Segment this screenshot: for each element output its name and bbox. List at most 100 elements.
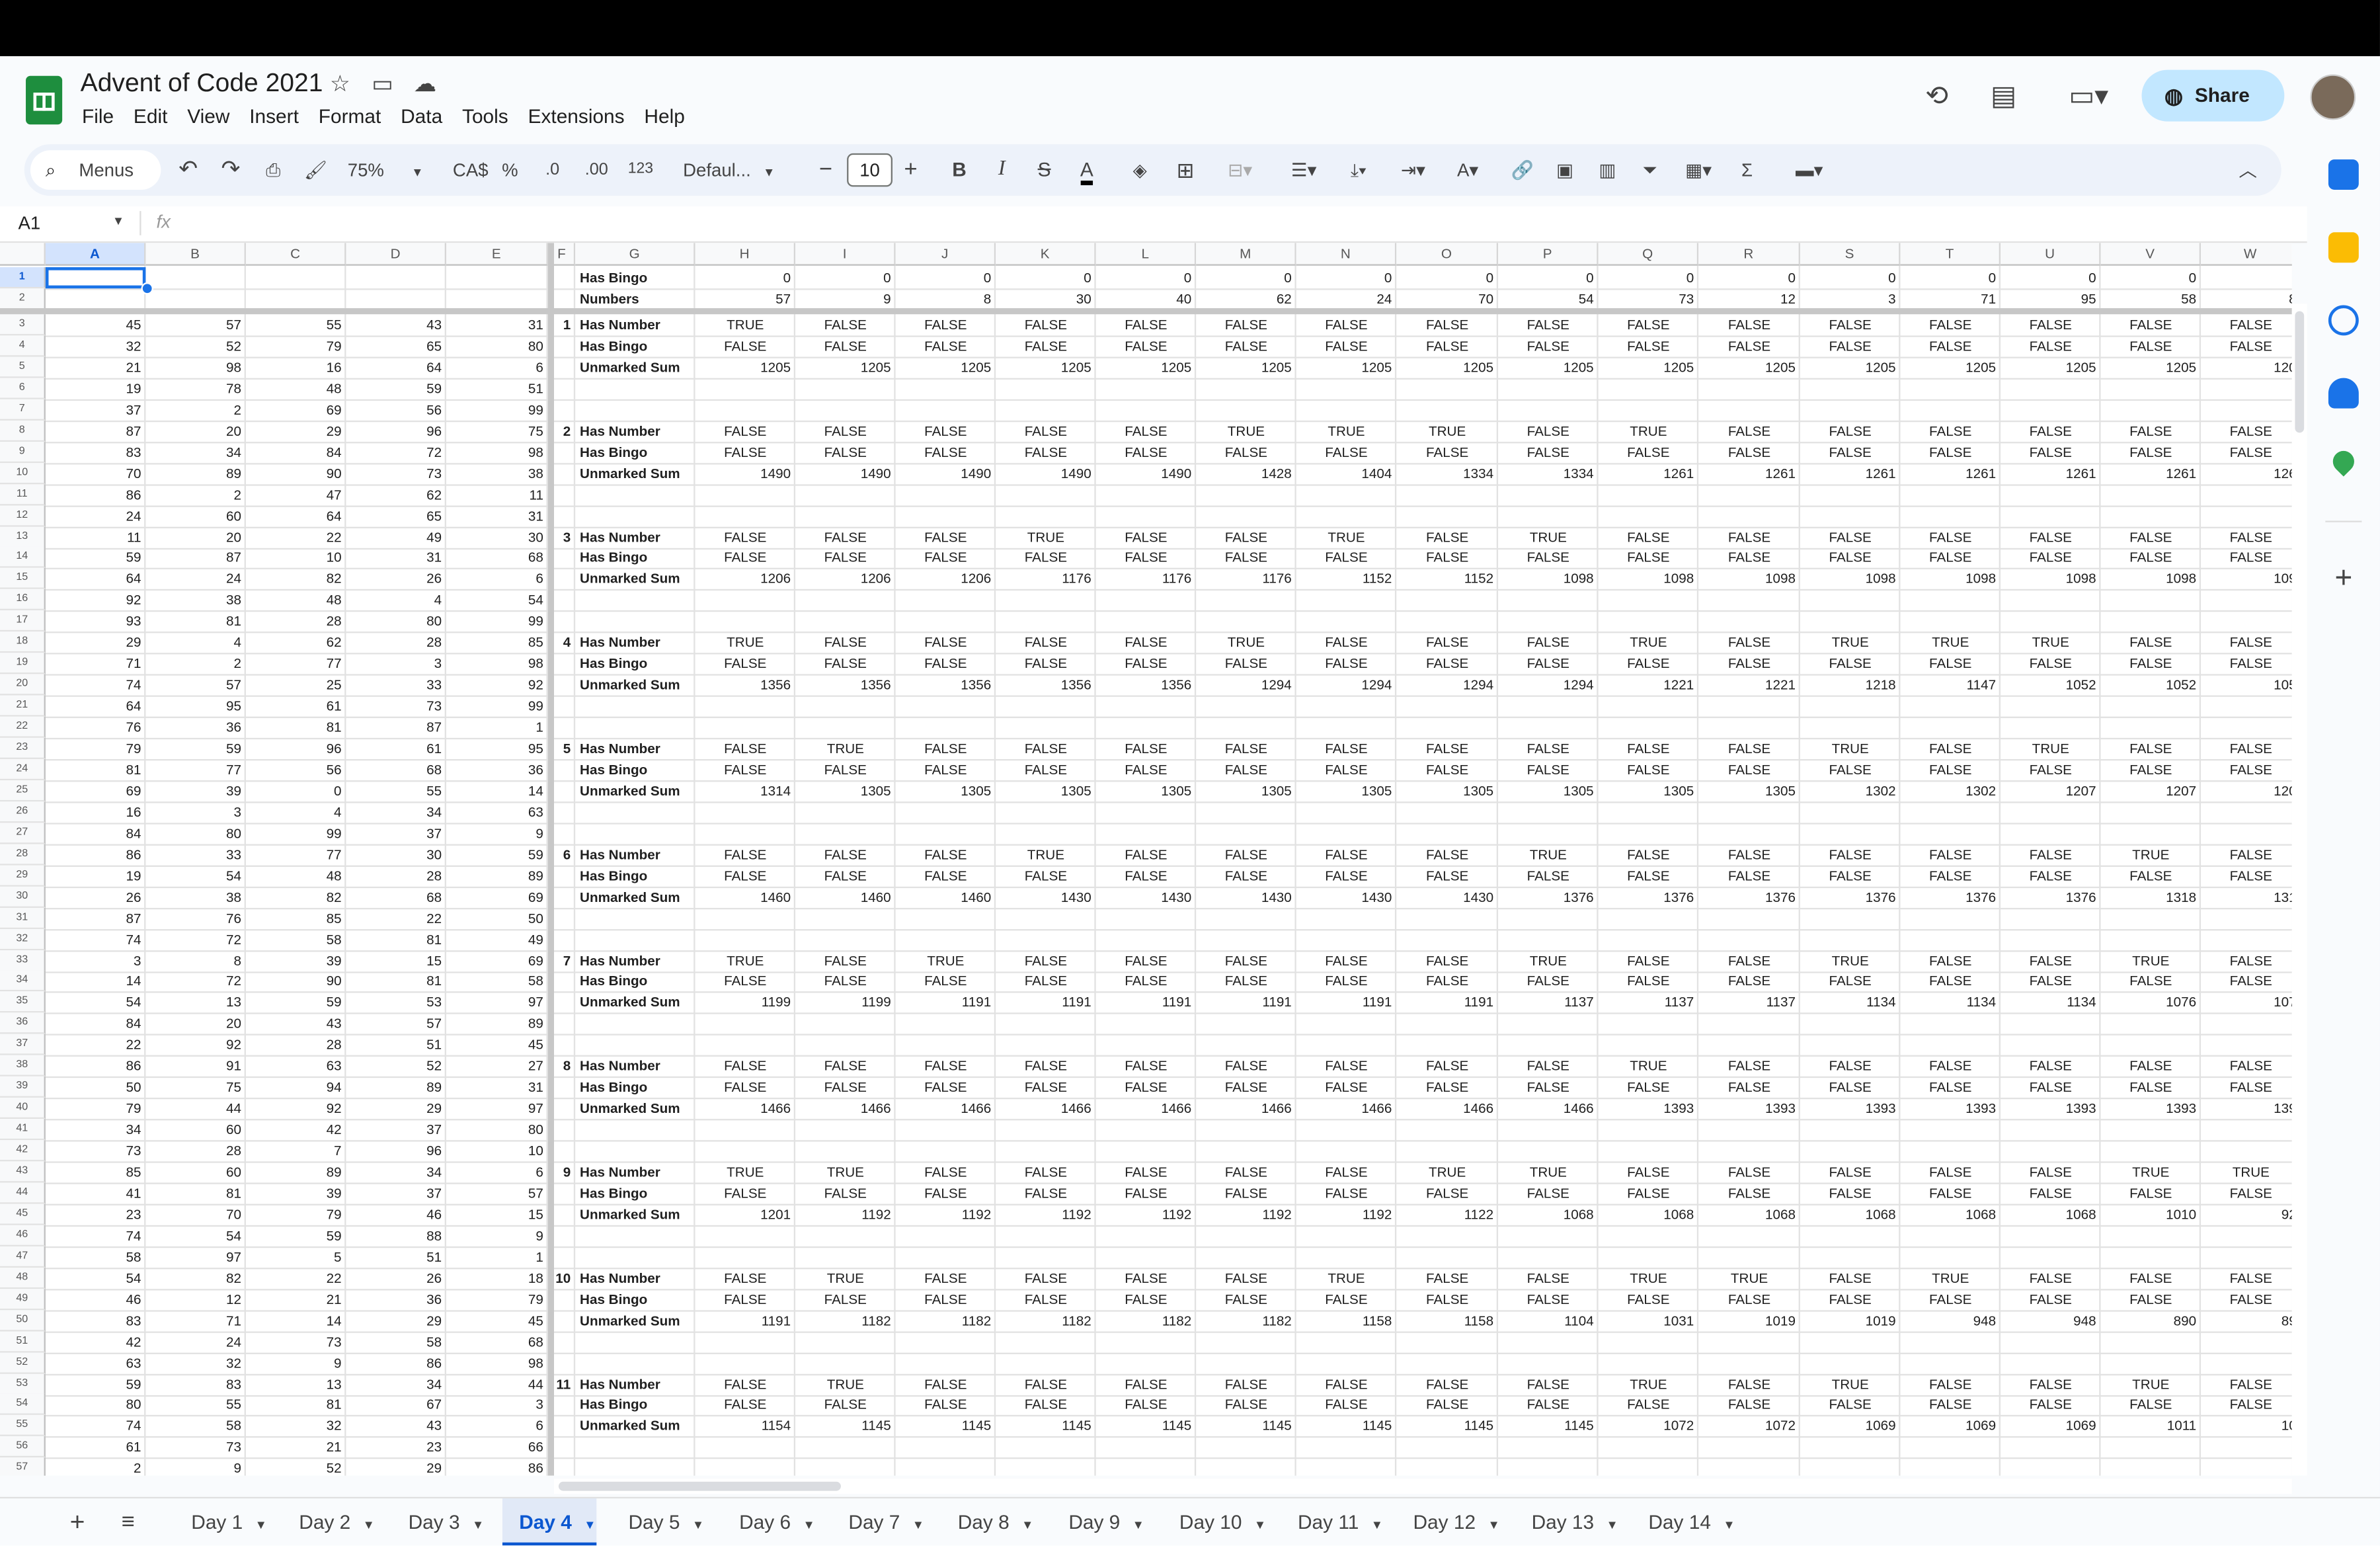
cell-H14[interactable]: FALSE [695, 547, 796, 568]
cell-T24[interactable]: FALSE [1900, 759, 2001, 780]
cell-U40[interactable]: 1393 [2001, 1098, 2101, 1119]
cell-C38[interactable]: 63 [246, 1055, 346, 1077]
cell-H20[interactable]: 1356 [695, 674, 796, 696]
cell-L53[interactable]: FALSE [1096, 1373, 1197, 1395]
cell-W23[interactable]: FALSE [2201, 738, 2292, 759]
row-header[interactable]: 25 [0, 780, 46, 801]
cell-H23[interactable]: FALSE [695, 738, 796, 759]
cell-K1[interactable]: 0 [996, 267, 1096, 288]
cell-H45[interactable]: 1201 [695, 1203, 796, 1225]
cell-C32[interactable]: 58 [246, 928, 346, 950]
cell-B11[interactable]: 2 [145, 483, 246, 505]
cell-E28[interactable]: 59 [446, 844, 548, 865]
cell-S2[interactable]: 3 [1800, 288, 1901, 309]
cell-L2[interactable]: 40 [1096, 288, 1197, 309]
cell-R4[interactable]: FALSE [1698, 335, 1800, 356]
row-header[interactable]: 1 [0, 267, 46, 289]
cell-D54[interactable]: 67 [346, 1395, 446, 1416]
menu-insert[interactable]: Insert [249, 104, 299, 127]
cell-D3[interactable]: 43 [346, 314, 446, 335]
row-header[interactable]: 22 [0, 716, 46, 739]
row-header[interactable]: 4 [0, 335, 46, 357]
cell-E46[interactable]: 9 [446, 1225, 548, 1246]
chevron-down-icon[interactable]: ▼ [803, 1518, 814, 1532]
cell-V13[interactable]: FALSE [2101, 526, 2202, 548]
cell-L55[interactable]: 1145 [1096, 1416, 1197, 1437]
cell-P25[interactable]: 1305 [1498, 780, 1599, 801]
cell-T53[interactable]: FALSE [1900, 1373, 2001, 1395]
column-header-m[interactable]: M [1196, 243, 1296, 266]
cell-B5[interactable]: 98 [145, 356, 246, 378]
keep-icon[interactable] [2328, 232, 2359, 263]
cell-E54[interactable]: 3 [446, 1395, 548, 1416]
cell-I1[interactable]: 0 [795, 267, 896, 288]
cell-D45[interactable]: 46 [346, 1203, 446, 1225]
row-header[interactable]: 33 [0, 950, 46, 971]
cell-N18[interactable]: FALSE [1296, 632, 1397, 653]
cell-C39[interactable]: 94 [246, 1077, 346, 1098]
cell-E8[interactable]: 75 [446, 420, 548, 441]
cell-M38[interactable]: FALSE [1196, 1055, 1296, 1077]
cell-M39[interactable]: FALSE [1196, 1077, 1296, 1098]
cell-H8[interactable]: FALSE [695, 420, 796, 441]
cell-S8[interactable]: FALSE [1800, 420, 1901, 441]
cell-B30[interactable]: 38 [145, 886, 246, 907]
cell-U14[interactable]: FALSE [2001, 547, 2101, 568]
cell-C30[interactable]: 82 [246, 886, 346, 907]
cell-E42[interactable]: 10 [446, 1140, 548, 1161]
cell-B4[interactable]: 52 [145, 335, 246, 356]
cell-O34[interactable]: FALSE [1396, 971, 1498, 992]
column-header-p[interactable]: P [1498, 243, 1599, 266]
cell-O28[interactable]: FALSE [1396, 844, 1498, 865]
cell-J55[interactable]: 1145 [896, 1416, 996, 1437]
cell-U8[interactable]: FALSE [2001, 420, 2101, 441]
cell-Q5[interactable]: 1205 [1599, 356, 1699, 378]
cell-L34[interactable]: FALSE [1096, 971, 1197, 992]
cell-E57[interactable]: 86 [446, 1458, 548, 1475]
cell-W3[interactable]: FALSE [2201, 314, 2292, 335]
cell-M55[interactable]: 1145 [1196, 1416, 1296, 1437]
cell-J50[interactable]: 1182 [896, 1309, 996, 1330]
cell-Q4[interactable]: FALSE [1599, 335, 1699, 356]
cell-C6[interactable]: 48 [246, 378, 346, 399]
cell-L14[interactable]: FALSE [1096, 547, 1197, 568]
cell-H24[interactable]: FALSE [695, 759, 796, 780]
chevron-down-icon[interactable]: ▼ [1723, 1518, 1735, 1532]
cell-D50[interactable]: 29 [346, 1309, 446, 1330]
cell-K28[interactable]: TRUE [996, 844, 1096, 865]
cell-R54[interactable]: FALSE [1698, 1395, 1800, 1416]
sheet-tab[interactable]: Day 4 ▼ [502, 1498, 596, 1546]
cell-I53[interactable]: TRUE [795, 1373, 896, 1395]
cell-T3[interactable]: FALSE [1900, 314, 2001, 335]
cell-E53[interactable]: 44 [446, 1373, 548, 1395]
cell-N50[interactable]: 1158 [1296, 1309, 1397, 1330]
cell-L35[interactable]: 1191 [1096, 992, 1197, 1013]
cell-N10[interactable]: 1404 [1296, 462, 1397, 483]
cell-W38[interactable]: FALSE [2201, 1055, 2292, 1077]
cell-M33[interactable]: FALSE [1196, 950, 1296, 971]
cell-U24[interactable]: FALSE [2001, 759, 2101, 780]
percent-format-button[interactable]: % [498, 144, 522, 196]
cell-E45[interactable]: 15 [446, 1203, 548, 1225]
sheet-tab[interactable]: Day 12 ▼ [1413, 1498, 1499, 1545]
sheet-tab[interactable]: Day 9 ▼ [1068, 1498, 1144, 1545]
cell-V50[interactable]: 890 [2101, 1309, 2202, 1330]
cell-A30[interactable]: 26 [46, 886, 146, 907]
cell-B51[interactable]: 24 [145, 1331, 246, 1352]
cell-C35[interactable]: 59 [246, 992, 346, 1013]
decrease-decimal-button[interactable]: .0 [534, 144, 571, 196]
cell-T14[interactable]: FALSE [1900, 547, 2001, 568]
cell-P49[interactable]: FALSE [1498, 1289, 1599, 1310]
cell-O43[interactable]: TRUE [1396, 1161, 1498, 1182]
row-header[interactable]: 49 [0, 1288, 46, 1310]
cell-B29[interactable]: 54 [145, 865, 246, 886]
cell-C55[interactable]: 32 [246, 1416, 346, 1437]
row-header[interactable]: 56 [0, 1436, 46, 1458]
cell-H40[interactable]: 1466 [695, 1098, 796, 1119]
cell-V9[interactable]: FALSE [2101, 441, 2202, 462]
add-sheet-icon[interactable]: + [70, 1498, 85, 1545]
cell-B36[interactable]: 20 [145, 1013, 246, 1034]
cell-E34[interactable]: 58 [446, 971, 548, 992]
chevron-down-icon[interactable]: ▼ [363, 1518, 375, 1532]
cell-T13[interactable]: FALSE [1900, 526, 2001, 548]
